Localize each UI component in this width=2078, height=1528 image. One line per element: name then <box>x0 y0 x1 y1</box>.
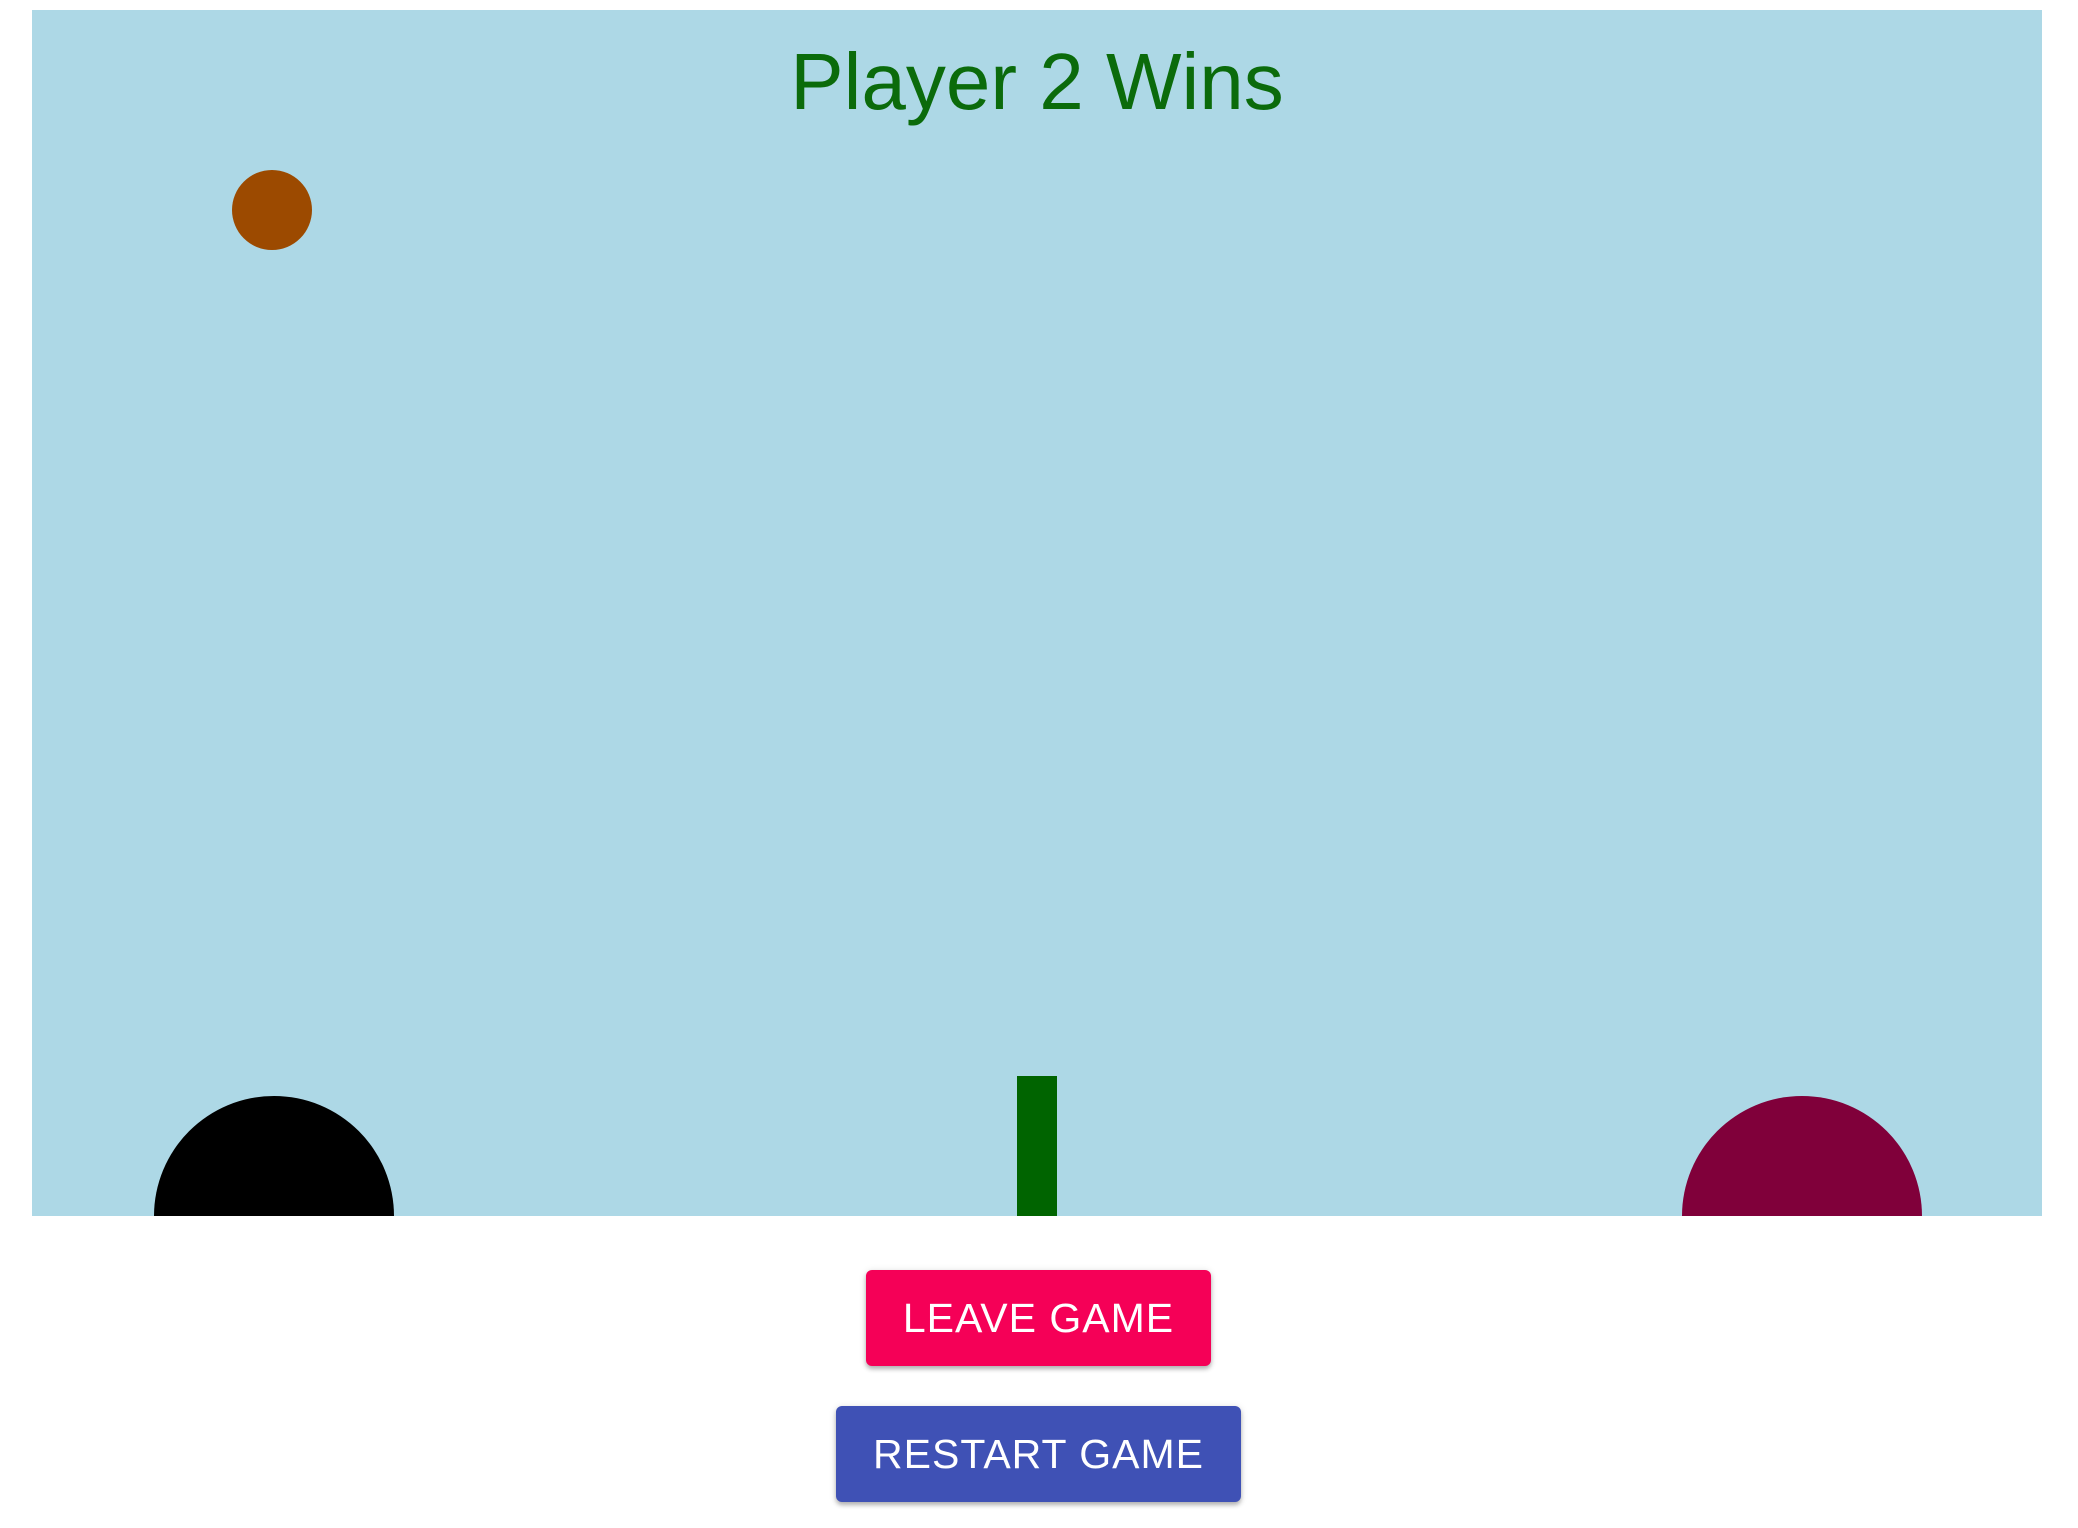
page: Player 2 Wins LEAVE GAME RESTART GAME <box>0 0 2078 1528</box>
net <box>1017 1076 1057 1216</box>
player-one-blob <box>154 1096 394 1216</box>
player-two-blob <box>1682 1096 1922 1216</box>
restart-game-button[interactable]: RESTART GAME <box>836 1406 1241 1502</box>
ball <box>232 170 312 250</box>
game-status-text: Player 2 Wins <box>790 37 1284 126</box>
leave-game-button[interactable]: LEAVE GAME <box>866 1270 1211 1366</box>
game-board[interactable]: Player 2 Wins <box>32 10 2042 1216</box>
